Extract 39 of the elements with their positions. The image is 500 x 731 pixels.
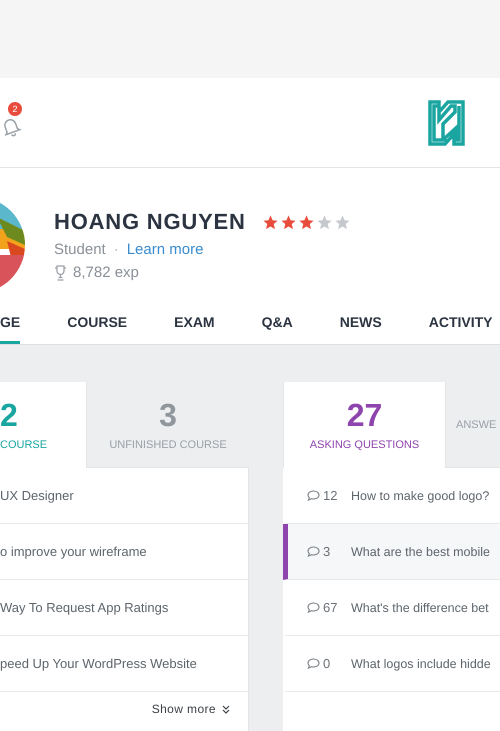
show-more-link[interactable]: Show more bbox=[152, 702, 230, 716]
nav-tab[interactable]: NEWS bbox=[340, 300, 382, 344]
course-title[interactable]: o improve your wireframe bbox=[0, 524, 248, 580]
star-icon bbox=[316, 214, 333, 230]
question-title: How to make good logo? bbox=[351, 488, 490, 502]
trophy-icon bbox=[54, 264, 67, 280]
comment-icon bbox=[307, 490, 320, 501]
comment-icon bbox=[307, 546, 320, 557]
logo-icon[interactable] bbox=[428, 100, 465, 146]
learn-more-link[interactable]: Learn more bbox=[126, 241, 204, 258]
stat-tab[interactable]: 2 COURSE bbox=[0, 382, 86, 468]
comment-icon bbox=[307, 658, 320, 669]
comment-count: 0 bbox=[323, 656, 330, 671]
course-title[interactable]: Way To Request App Ratings bbox=[0, 580, 248, 636]
star-icon bbox=[280, 214, 297, 230]
comment-count: 3 bbox=[323, 544, 330, 559]
question-title: What are the best mobile bbox=[351, 544, 490, 558]
user-name: HOANG NGUYEN bbox=[54, 209, 246, 235]
question-title: What logos include hidde bbox=[351, 656, 491, 670]
question-title: What's the difference bet bbox=[351, 600, 489, 614]
nav-tab[interactable]: EXAM bbox=[174, 300, 215, 344]
nav-tab[interactable]: COURSE bbox=[67, 300, 128, 344]
course-title[interactable]: UX Designer bbox=[0, 468, 248, 524]
question-row[interactable]: 3 What are the best mobile bbox=[283, 524, 500, 580]
experience-points: 8,782 exp bbox=[73, 264, 139, 281]
star-icon bbox=[298, 214, 315, 230]
chevron-down-icon bbox=[222, 704, 230, 714]
nav-tab[interactable]: Q&A bbox=[262, 300, 293, 344]
user-role: Student bbox=[54, 241, 106, 258]
comment-icon bbox=[307, 602, 320, 613]
nav-tab[interactable]: ACTIVITY bbox=[428, 300, 492, 344]
comment-count: 67 bbox=[323, 600, 338, 615]
comment-count: 12 bbox=[323, 488, 338, 503]
notification-badge: 2 bbox=[8, 102, 22, 116]
course-title[interactable]: peed Up Your WordPress Website bbox=[0, 636, 248, 692]
star-icon bbox=[262, 214, 279, 230]
stat-tab[interactable]: 27 ASKING QUESTIONS bbox=[283, 382, 445, 468]
separator-dot: · bbox=[114, 241, 119, 258]
star-icon bbox=[334, 214, 351, 230]
